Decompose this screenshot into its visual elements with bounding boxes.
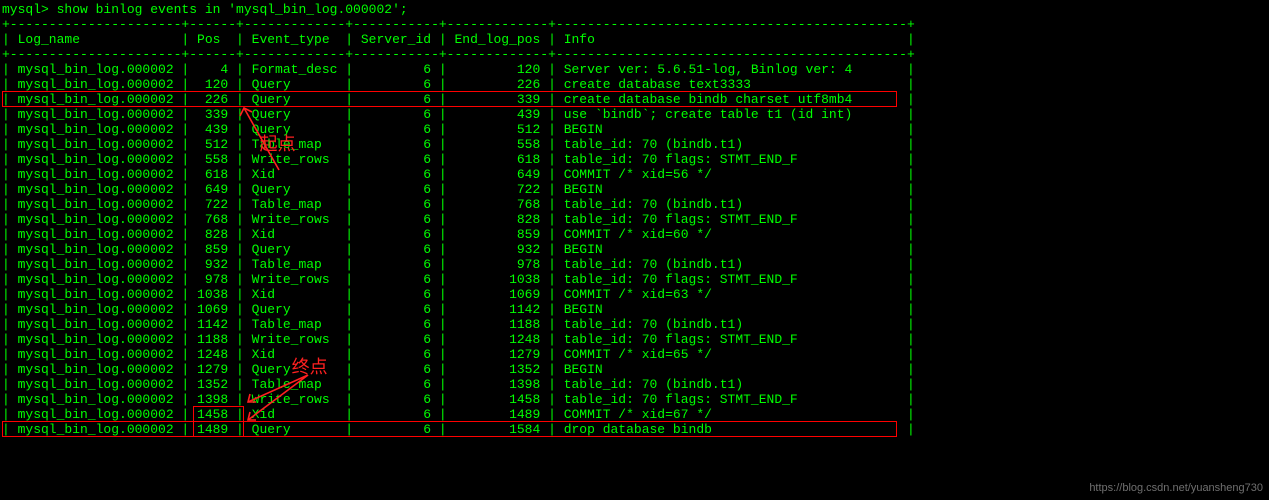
table-separator-top: +----------------------+------+---------…	[0, 17, 1269, 32]
table-row: | mysql_bin_log.000002 | 1279 | Query | …	[0, 362, 1269, 377]
table-row: | mysql_bin_log.000002 | 1142 | Table_ma…	[0, 317, 1269, 332]
table-row: | mysql_bin_log.000002 | 4 | Format_desc…	[0, 62, 1269, 77]
table-header-row: | Log_name | Pos | Event_type | Server_i…	[0, 32, 1269, 47]
watermark: https://blog.csdn.net/yuansheng730	[1089, 481, 1263, 496]
table-row: | mysql_bin_log.000002 | 1398 | Write_ro…	[0, 392, 1269, 407]
table-row: | mysql_bin_log.000002 | 226 | Query | 6…	[0, 92, 1269, 107]
table-row: | mysql_bin_log.000002 | 1069 | Query | …	[0, 302, 1269, 317]
table-row: | mysql_bin_log.000002 | 1489 | Query | …	[0, 422, 1269, 437]
table-row: | mysql_bin_log.000002 | 722 | Table_map…	[0, 197, 1269, 212]
table-row: | mysql_bin_log.000002 | 859 | Query | 6…	[0, 242, 1269, 257]
table-row: | mysql_bin_log.000002 | 558 | Write_row…	[0, 152, 1269, 167]
table-body: | mysql_bin_log.000002 | 4 | Format_desc…	[0, 62, 1269, 437]
table-row: | mysql_bin_log.000002 | 768 | Write_row…	[0, 212, 1269, 227]
table-row: | mysql_bin_log.000002 | 1188 | Write_ro…	[0, 332, 1269, 347]
table-row: | mysql_bin_log.000002 | 439 | Query | 6…	[0, 122, 1269, 137]
sql-prompt[interactable]: mysql> show binlog events in 'mysql_bin_…	[0, 2, 1269, 17]
table-row: | mysql_bin_log.000002 | 1352 | Table_ma…	[0, 377, 1269, 392]
table-row: | mysql_bin_log.000002 | 512 | Table_map…	[0, 137, 1269, 152]
table-row: | mysql_bin_log.000002 | 978 | Write_row…	[0, 272, 1269, 287]
table-row: | mysql_bin_log.000002 | 932 | Table_map…	[0, 257, 1269, 272]
table-row: | mysql_bin_log.000002 | 1248 | Xid | 6 …	[0, 347, 1269, 362]
table-row: | mysql_bin_log.000002 | 828 | Xid | 6 |…	[0, 227, 1269, 242]
table-row: | mysql_bin_log.000002 | 1038 | Xid | 6 …	[0, 287, 1269, 302]
table-row: | mysql_bin_log.000002 | 649 | Query | 6…	[0, 182, 1269, 197]
table-row: | mysql_bin_log.000002 | 1458 | Xid | 6 …	[0, 407, 1269, 422]
table-row: | mysql_bin_log.000002 | 120 | Query | 6…	[0, 77, 1269, 92]
table-separator-mid: +----------------------+------+---------…	[0, 47, 1269, 62]
table-row: | mysql_bin_log.000002 | 618 | Xid | 6 |…	[0, 167, 1269, 182]
table-row: | mysql_bin_log.000002 | 339 | Query | 6…	[0, 107, 1269, 122]
